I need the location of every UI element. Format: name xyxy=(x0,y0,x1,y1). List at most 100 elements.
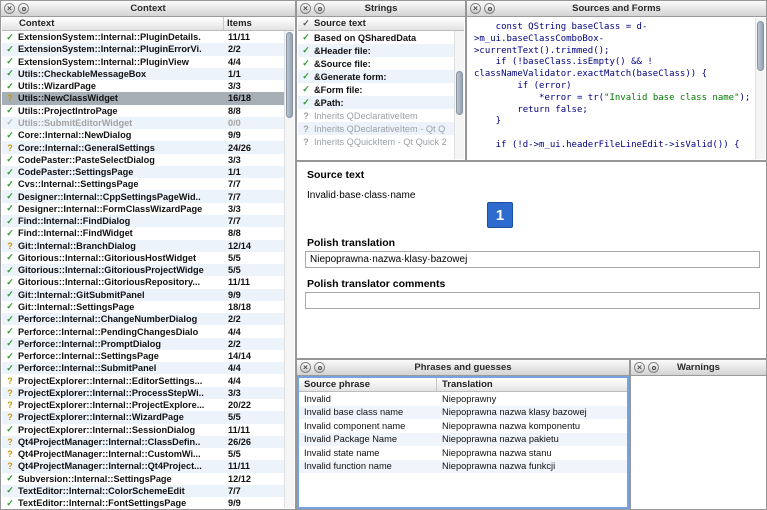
string-row[interactable]: ✓Based on QSharedData xyxy=(298,31,464,44)
context-row[interactable]: ✓Perforce::Internal::PendingChangesDialo… xyxy=(2,325,294,337)
sources-scrollbar-thumb[interactable] xyxy=(757,21,764,71)
context-row[interactable]: ✓Core::Internal::NewDialog9/9 xyxy=(2,129,294,141)
float-icon xyxy=(318,366,322,370)
phrase-row[interactable]: InvalidNiepoprawny xyxy=(299,392,627,406)
context-row[interactable]: ✓Utils::SubmitEditorWidget0/0 xyxy=(2,117,294,129)
sources-panel-titlebar[interactable]: × Sources and Forms xyxy=(467,1,766,17)
translation-input[interactable] xyxy=(305,251,760,268)
context-row[interactable]: ✓Git::Internal::GitSubmitPanel9/9 xyxy=(2,289,294,301)
warnings-close-button[interactable]: × xyxy=(634,362,645,373)
phrase-row[interactable]: Invalid component nameNiepoprawna nazwa … xyxy=(299,419,627,433)
context-scrollbar[interactable] xyxy=(284,31,294,508)
phrases-close-button[interactable]: × xyxy=(300,362,311,373)
context-row[interactable]: ✓Find::Internal::FindDialog7/7 xyxy=(2,215,294,227)
string-row[interactable]: ?Inherits QDeclarativeItem - Qt Q xyxy=(298,122,464,135)
context-row[interactable]: ✓TextEditor::Internal::FontSettingsPage9… xyxy=(2,497,294,508)
context-row[interactable]: ✓Utils::ProjectIntroPage8/8 xyxy=(2,105,294,117)
context-panel-titlebar[interactable]: × Context xyxy=(1,1,295,17)
context-row[interactable]: ?ProjectExplorer::Internal::ProcessStepW… xyxy=(2,387,294,399)
context-row[interactable]: ✓Utils::WizardPage3/3 xyxy=(2,80,294,92)
context-row[interactable]: ✓Subversion::Internal::SettingsPage12/12 xyxy=(2,473,294,485)
code-line: if (error) xyxy=(474,81,755,93)
items-column-header[interactable]: Items xyxy=(224,17,294,30)
phrases-panel-titlebar[interactable]: × Phrases and guesses xyxy=(297,360,629,376)
context-row[interactable]: ?Qt4ProjectManager::Internal::Qt4Project… xyxy=(2,460,294,472)
sources-float-button[interactable] xyxy=(484,3,495,14)
context-column-header[interactable]: Context xyxy=(2,17,224,30)
context-row[interactable]: ?ProjectExplorer::Internal::EditorSettin… xyxy=(2,374,294,386)
context-row[interactable]: ?Utils::NewClassWidget16/18 xyxy=(2,92,294,104)
context-row[interactable]: ✓Perforce::Internal::PromptDialog2/2 xyxy=(2,338,294,350)
context-row[interactable]: ✓CodePaster::PasteSelectDialog3/3 xyxy=(2,154,294,166)
strings-float-button[interactable] xyxy=(314,3,325,14)
context-close-button[interactable]: × xyxy=(4,3,15,14)
strings-scrollbar-thumb[interactable] xyxy=(456,71,463,115)
context-row[interactable]: ✓Designer::Internal::CppSettingsPageWid.… xyxy=(2,190,294,202)
sources-scrollbar[interactable] xyxy=(755,18,765,159)
context-name: Utils::SubmitEditorWidget xyxy=(18,118,225,128)
context-row[interactable]: ✓Designer::Internal::FormClassWizardPage… xyxy=(2,203,294,215)
context-row[interactable]: ✓ExtensionSystem::Internal::PluginErrorV… xyxy=(2,43,294,55)
context-row[interactable]: ✓Perforce::Internal::SettingsPage14/14 xyxy=(2,350,294,362)
translator-comments-input[interactable] xyxy=(305,292,760,309)
context-row[interactable]: ✓Cvs::Internal::SettingsPage7/7 xyxy=(2,178,294,190)
phrase-row[interactable]: Invalid Package NameNiepoprawna nazwa pa… xyxy=(299,433,627,447)
context-row[interactable]: ✓Gitorious::Internal::GitoriousProjectWi… xyxy=(2,264,294,276)
context-name: Subversion::Internal::SettingsPage xyxy=(18,474,225,484)
context-row[interactable]: ✓Perforce::Internal::ChangeNumberDialog2… xyxy=(2,313,294,325)
phrase-row[interactable]: Invalid state nameNiepoprawna nazwa stan… xyxy=(299,446,627,460)
context-row[interactable]: ?ProjectExplorer::Internal::ProjectExplo… xyxy=(2,399,294,411)
code-line: *error = tr("Invalid base class name"); xyxy=(474,93,755,105)
context-row[interactable]: ✓ExtensionSystem::Internal::PluginView4/… xyxy=(2,56,294,68)
context-name: ProjectExplorer::Internal::ProcessStepWi… xyxy=(18,388,225,398)
strings-close-button[interactable]: × xyxy=(300,3,311,14)
context-row[interactable]: ✓Utils::CheckableMessageBox1/1 xyxy=(2,68,294,80)
phrases-rows: InvalidNiepoprawnyInvalid base class nam… xyxy=(299,392,627,507)
code-text: >currentText().trimmed(); xyxy=(474,46,609,56)
string-row[interactable]: ?Inherits QDeclarativeItem xyxy=(298,109,464,122)
context-row[interactable]: ✓ProjectExplorer::Internal::SessionDialo… xyxy=(2,424,294,436)
source-phrase-column-header[interactable]: Source phrase xyxy=(299,378,437,391)
translation-label: Polish translation xyxy=(307,237,395,249)
phrase-row[interactable]: Invalid function nameNiepoprawna nazwa f… xyxy=(299,460,627,474)
context-name: Utils::ProjectIntroPage xyxy=(18,106,225,116)
context-row[interactable]: ✓ExtensionSystem::Internal::PluginDetail… xyxy=(2,31,294,43)
strings-scrollbar[interactable] xyxy=(454,31,464,159)
context-row[interactable]: ?ProjectExplorer::Internal::WizardPage5/… xyxy=(2,411,294,423)
phrases-table: Source phrase Translation InvalidNiepopr… xyxy=(297,376,629,509)
context-row[interactable]: ✓Git::Internal::SettingsPage18/18 xyxy=(2,301,294,313)
warnings-float-button[interactable] xyxy=(648,362,659,373)
context-name: Qt4ProjectManager::Internal::Qt4Project.… xyxy=(18,461,225,471)
context-row[interactable]: ✓Gitorious::Internal::GitoriousHostWidge… xyxy=(2,252,294,264)
context-row[interactable]: ✓Gitorious::Internal::GitoriousRepositor… xyxy=(2,276,294,288)
warnings-panel-titlebar[interactable]: × Warnings xyxy=(631,360,766,376)
context-float-button[interactable] xyxy=(18,3,29,14)
string-row[interactable]: ✓&Generate form: xyxy=(298,70,464,83)
context-row[interactable]: ?Qt4ProjectManager::Internal::ClassDefin… xyxy=(2,436,294,448)
strings-panel-titlebar[interactable]: × Strings xyxy=(297,1,465,17)
context-row[interactable]: ✓CodePaster::SettingsPage1/1 xyxy=(2,166,294,178)
context-name: Designer::Internal::CppSettingsPageWid.. xyxy=(18,192,225,202)
string-row[interactable]: ✓&Form file: xyxy=(298,83,464,96)
string-row[interactable]: ✓&Source file: xyxy=(298,57,464,70)
string-source-text: &Source file: xyxy=(314,59,464,69)
context-name: Find::Internal::FindWidget xyxy=(18,228,225,238)
string-row[interactable]: ✓&Header file: xyxy=(298,44,464,57)
context-row[interactable]: ✓Perforce::Internal::SubmitPanel4/4 xyxy=(2,362,294,374)
code-line: if (!d->m_ui.headerFileLineEdit->isValid… xyxy=(474,140,755,152)
context-row[interactable]: ✓Find::Internal::FindWidget8/8 xyxy=(2,227,294,239)
context-row[interactable]: ?Git::Internal::BranchDialog12/14 xyxy=(2,240,294,252)
context-row[interactable]: ?Core::Internal::GeneralSettings24/26 xyxy=(2,141,294,153)
code-line: if (!baseClass.isEmpty() && ! xyxy=(474,57,755,69)
code-text: >m_ui.baseClassComboBox- xyxy=(474,34,604,44)
context-row[interactable]: ?Qt4ProjectManager::Internal::CustomWi..… xyxy=(2,448,294,460)
sources-close-button[interactable]: × xyxy=(470,3,481,14)
phrase-row[interactable]: Invalid base class nameNiepoprawna nazwa… xyxy=(299,406,627,420)
string-row[interactable]: ?Inherits QQuickItem - Qt Quick 2 xyxy=(298,135,464,148)
phrases-float-button[interactable] xyxy=(314,362,325,373)
string-row[interactable]: ✓&Path: xyxy=(298,96,464,109)
translation-column-header[interactable]: Translation xyxy=(437,379,627,390)
context-row[interactable]: ✓TextEditor::Internal::ColorSchemeEdit7/… xyxy=(2,485,294,497)
context-scrollbar-thumb[interactable] xyxy=(286,32,293,118)
source-text-column-header[interactable]: Source text xyxy=(314,18,366,29)
